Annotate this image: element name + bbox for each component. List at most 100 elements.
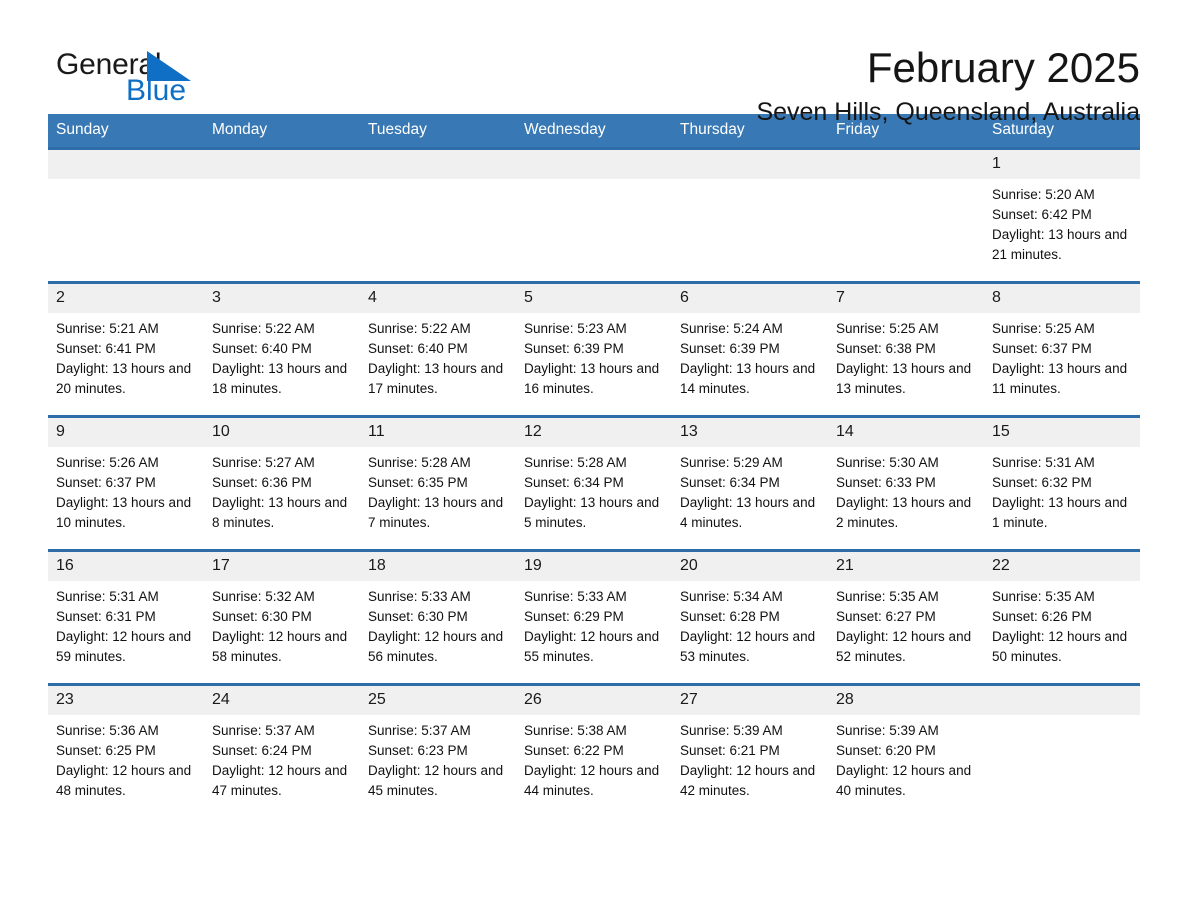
day-number: 9: [48, 418, 204, 447]
calendar-day-cell[interactable]: 4 Sunrise: 5:22 AM Sunset: 6:40 PM Daylight…: [360, 281, 516, 417]
weekday-header-tuesday: Tuesday: [360, 114, 516, 149]
sunset-text: Sunset: 6:29 PM: [524, 609, 624, 624]
page-title: February 2025: [866, 44, 1140, 91]
sunset-text: Sunset: 6:32 PM: [992, 475, 1092, 490]
day-details: Sunrise: 5:25 AM Sunset: 6:38 PM Daylight:…: [828, 313, 984, 399]
calendar-day-cell[interactable]: 3 Sunrise: 5:22 AM Sunset: 6:40 PM Daylight…: [204, 281, 360, 417]
day-number: [360, 150, 516, 179]
day-cell-inner: 24 Sunrise: 5:37 AM Sunset: 6:24 PM Dayligh…: [204, 686, 360, 819]
calendar-day-cell[interactable]: 16 Sunrise: 5:31 AM Sunset: 6:31 PM Dayligh…: [48, 549, 204, 685]
day-details: Sunrise: 5:22 AM Sunset: 6:40 PM Daylight:…: [204, 313, 360, 399]
sunset-text: Sunset: 6:36 PM: [212, 475, 312, 490]
calendar-day-cell[interactable]: 20 Sunrise: 5:34 AM Sunset: 6:28 PM Dayligh…: [672, 549, 828, 685]
calendar-day-cell[interactable]: 27 Sunrise: 5:39 AM Sunset: 6:21 PM Dayligh…: [672, 683, 828, 819]
daylight-text: Daylight: 13 hours and 4 minutes.: [680, 495, 816, 530]
sunrise-text: Sunrise: 5:25 AM: [992, 321, 1095, 336]
day-cell-inner: 21 Sunrise: 5:35 AM Sunset: 6:27 PM Dayligh…: [828, 552, 984, 683]
day-details: Sunrise: 5:33 AM Sunset: 6:30 PM Daylight:…: [360, 581, 516, 667]
calendar-day-cell[interactable]: 18 Sunrise: 5:33 AM Sunset: 6:30 PM Dayligh…: [360, 549, 516, 685]
day-cell-inner: 6 Sunrise: 5:24 AM Sunset: 6:39 PM Daylight…: [672, 284, 828, 415]
day-cell-inner: 5 Sunrise: 5:23 AM Sunset: 6:39 PM Daylight…: [516, 284, 672, 415]
sunrise-text: Sunrise: 5:26 AM: [56, 455, 159, 470]
sunset-text: Sunset: 6:33 PM: [836, 475, 936, 490]
day-number: 7: [828, 284, 984, 313]
sunset-text: Sunset: 6:37 PM: [56, 475, 156, 490]
day-number: [48, 150, 204, 179]
day-number: 3: [204, 284, 360, 313]
calendar-day-cell[interactable]: 2 Sunrise: 5:21 AM Sunset: 6:41 PM Daylight…: [48, 281, 204, 417]
calendar-day-cell[interactable]: 25 Sunrise: 5:37 AM Sunset: 6:23 PM Dayligh…: [360, 683, 516, 819]
day-details: Sunrise: 5:39 AM Sunset: 6:21 PM Daylight:…: [672, 715, 828, 801]
calendar-day-cell[interactable]: 11 Sunrise: 5:28 AM Sunset: 6:35 PM Dayligh…: [360, 415, 516, 551]
daylight-text: Daylight: 12 hours and 47 minutes.: [212, 763, 348, 798]
sunrise-text: Sunrise: 5:31 AM: [992, 455, 1095, 470]
sunrise-text: Sunrise: 5:28 AM: [368, 455, 471, 470]
calendar-day-cell[interactable]: 21 Sunrise: 5:35 AM Sunset: 6:27 PM Dayligh…: [828, 549, 984, 685]
calendar-day-cell[interactable]: 6 Sunrise: 5:24 AM Sunset: 6:39 PM Daylight…: [672, 281, 828, 417]
calendar-page: General Blue February 2025 Seven Hills, …: [0, 0, 1188, 918]
day-number: 12: [516, 418, 672, 447]
daylight-text: Daylight: 13 hours and 14 minutes.: [680, 361, 816, 396]
sunset-text: Sunset: 6:38 PM: [836, 341, 936, 356]
calendar-day-cell[interactable]: 26 Sunrise: 5:38 AM Sunset: 6:22 PM Dayligh…: [516, 683, 672, 819]
calendar-day-cell[interactable]: 28 Sunrise: 5:39 AM Sunset: 6:20 PM Dayligh…: [828, 683, 984, 819]
day-number: 6: [672, 284, 828, 313]
weekday-header-monday: Monday: [204, 114, 360, 149]
sunset-text: Sunset: 6:34 PM: [524, 475, 624, 490]
daylight-text: Daylight: 13 hours and 5 minutes.: [524, 495, 660, 530]
sunset-text: Sunset: 6:20 PM: [836, 743, 936, 758]
sunrise-text: Sunrise: 5:22 AM: [212, 321, 315, 336]
sunrise-text: Sunrise: 5:28 AM: [524, 455, 627, 470]
sunrise-text: Sunrise: 5:35 AM: [836, 589, 939, 604]
calendar-day-cell[interactable]: 7 Sunrise: 5:25 AM Sunset: 6:38 PM Daylight…: [828, 281, 984, 417]
calendar-day-cell[interactable]: 13 Sunrise: 5:29 AM Sunset: 6:34 PM Dayligh…: [672, 415, 828, 551]
day-number: 26: [516, 686, 672, 715]
calendar-day-cell[interactable]: 17 Sunrise: 5:32 AM Sunset: 6:30 PM Dayligh…: [204, 549, 360, 685]
calendar-day-cell-empty: [204, 147, 360, 283]
day-details: Sunrise: 5:35 AM Sunset: 6:27 PM Daylight:…: [828, 581, 984, 667]
calendar-day-cell[interactable]: 12 Sunrise: 5:28 AM Sunset: 6:34 PM Dayligh…: [516, 415, 672, 551]
day-cell-inner: [360, 150, 516, 281]
day-number: 21: [828, 552, 984, 581]
day-cell-inner: 4 Sunrise: 5:22 AM Sunset: 6:40 PM Daylight…: [360, 284, 516, 415]
day-number: 10: [204, 418, 360, 447]
calendar-day-cell[interactable]: 19 Sunrise: 5:33 AM Sunset: 6:29 PM Dayligh…: [516, 549, 672, 685]
daylight-text: Daylight: 12 hours and 48 minutes.: [56, 763, 192, 798]
day-number: 2: [48, 284, 204, 313]
calendar-day-cell[interactable]: 9 Sunrise: 5:26 AM Sunset: 6:37 PM Daylight…: [48, 415, 204, 551]
daylight-text: Daylight: 12 hours and 53 minutes.: [680, 629, 816, 664]
day-number: 17: [204, 552, 360, 581]
day-number: 1: [984, 150, 1140, 179]
calendar-day-cell[interactable]: 15 Sunrise: 5:31 AM Sunset: 6:32 PM Dayligh…: [984, 415, 1140, 551]
daylight-text: Daylight: 13 hours and 16 minutes.: [524, 361, 660, 396]
day-cell-inner: 3 Sunrise: 5:22 AM Sunset: 6:40 PM Daylight…: [204, 284, 360, 415]
calendar-day-cell[interactable]: 5 Sunrise: 5:23 AM Sunset: 6:39 PM Daylight…: [516, 281, 672, 417]
day-cell-inner: 28 Sunrise: 5:39 AM Sunset: 6:20 PM Dayligh…: [828, 686, 984, 819]
calendar-day-cell[interactable]: 23 Sunrise: 5:36 AM Sunset: 6:25 PM Dayligh…: [48, 683, 204, 819]
title-block: February 2025 Seven Hills, Queensland, A…: [756, 44, 1140, 126]
general-blue-logo[interactable]: General Blue: [48, 44, 198, 110]
sunrise-text: Sunrise: 5:33 AM: [368, 589, 471, 604]
calendar-day-cell[interactable]: 1 Sunrise: 5:20 AM Sunset: 6:42 PM Daylight…: [984, 147, 1140, 283]
day-details: Sunrise: 5:31 AM Sunset: 6:31 PM Daylight:…: [48, 581, 204, 667]
day-details: Sunrise: 5:32 AM Sunset: 6:30 PM Daylight:…: [204, 581, 360, 667]
calendar-day-cell[interactable]: 14 Sunrise: 5:30 AM Sunset: 6:33 PM Dayligh…: [828, 415, 984, 551]
sunset-text: Sunset: 6:22 PM: [524, 743, 624, 758]
day-number: [828, 150, 984, 179]
sunrise-sunset-calendar: Sunday Monday Tuesday Wednesday Thursday…: [48, 114, 1140, 819]
sunset-text: Sunset: 6:25 PM: [56, 743, 156, 758]
sunrise-text: Sunrise: 5:34 AM: [680, 589, 783, 604]
calendar-day-cell-empty: [828, 147, 984, 283]
sunset-text: Sunset: 6:37 PM: [992, 341, 1092, 356]
sunrise-text: Sunrise: 5:33 AM: [524, 589, 627, 604]
calendar-day-cell[interactable]: 10 Sunrise: 5:27 AM Sunset: 6:36 PM Dayligh…: [204, 415, 360, 551]
calendar-day-cell[interactable]: 24 Sunrise: 5:37 AM Sunset: 6:24 PM Dayligh…: [204, 683, 360, 819]
day-cell-inner: 8 Sunrise: 5:25 AM Sunset: 6:37 PM Daylight…: [984, 284, 1140, 415]
day-number: 20: [672, 552, 828, 581]
calendar-day-cell[interactable]: 8 Sunrise: 5:25 AM Sunset: 6:37 PM Daylight…: [984, 281, 1140, 417]
calendar-day-cell[interactable]: 22 Sunrise: 5:35 AM Sunset: 6:26 PM Dayligh…: [984, 549, 1140, 685]
sunrise-text: Sunrise: 5:25 AM: [836, 321, 939, 336]
day-details: Sunrise: 5:27 AM Sunset: 6:36 PM Daylight:…: [204, 447, 360, 533]
day-cell-inner: [204, 150, 360, 281]
day-details: Sunrise: 5:28 AM Sunset: 6:35 PM Daylight:…: [360, 447, 516, 533]
